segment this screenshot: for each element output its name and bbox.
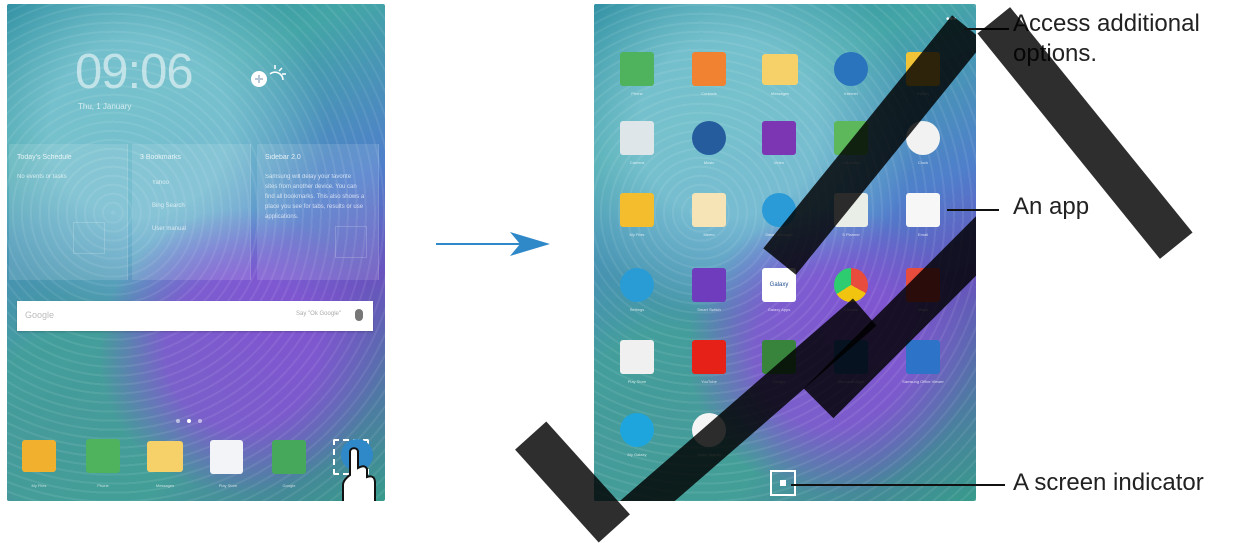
app-label: Music: [703, 160, 715, 165]
search-placeholder: Google: [25, 310, 55, 320]
galaxy-apps-icon[interactable]: Galaxy: [762, 268, 796, 302]
app-label: Play Store: [627, 379, 647, 384]
voice-hint: Say "Ok Google": [296, 311, 341, 317]
play-store-icon[interactable]: [620, 340, 654, 374]
app-callout: An app: [1013, 193, 1090, 220]
google-folder-icon[interactable]: [272, 440, 306, 474]
app-label: Samsung Office Viewer: [902, 379, 944, 384]
camera-icon[interactable]: [620, 121, 654, 155]
app-label: S Planner: [842, 232, 860, 237]
apps-screen: ••• Phone Contacts Messages Internet Gal…: [594, 4, 976, 501]
settings-icon[interactable]: [620, 268, 654, 302]
app-label: Contacts: [701, 91, 717, 96]
app-label: My Files: [629, 232, 645, 237]
app-label: Internet: [844, 91, 858, 96]
callout-line-middle: [947, 209, 999, 211]
contacts-icon[interactable]: [692, 52, 726, 86]
widget-text: Yahoo Bing Search User manual: [152, 180, 187, 232]
mic-icon[interactable]: [355, 309, 363, 321]
bookmarks-widget[interactable]: 3 Bookmarks Yahoo Bing Search User manua…: [132, 144, 251, 280]
office-viewer-icon[interactable]: [906, 340, 940, 374]
dock-label: Messages: [155, 483, 175, 488]
home-screen: 09:06 Thu, 1 January Today's Schedule No…: [7, 4, 385, 501]
screen-indicator-dot: [780, 480, 786, 486]
sidebar-widget[interactable]: Sidebar 2.0 Samsung will delay your favo…: [257, 144, 379, 280]
app-label: Camera: [629, 160, 645, 165]
screen-indicator-callout: A screen indicator: [1013, 469, 1204, 496]
app-label: My Galaxy: [627, 452, 647, 457]
current-page-dot: [187, 419, 191, 423]
phone-icon[interactable]: [620, 52, 654, 86]
widget-title: 3 Bookmarks: [140, 154, 181, 161]
date-label: Thu, 1 January: [78, 102, 132, 111]
app-label: Galaxy Apps: [767, 307, 791, 312]
today-schedule-widget[interactable]: Today's Schedule No events or tasks: [9, 144, 128, 280]
messages-icon[interactable]: [147, 441, 183, 472]
app-label: YouTube: [701, 379, 717, 384]
google-search-bar[interactable]: Google Say "Ok Google": [17, 301, 373, 331]
email-icon[interactable]: [906, 193, 940, 227]
my-files-icon[interactable]: [620, 193, 654, 227]
smart-switch-icon[interactable]: [692, 268, 726, 302]
widget-text: No events or tasks: [17, 174, 67, 180]
page-indicator: [174, 417, 206, 425]
memo-icon[interactable]: [692, 193, 726, 227]
internet-icon[interactable]: [834, 52, 868, 86]
app-label: Clock: [917, 160, 928, 165]
callout-line-bottom: [791, 484, 1005, 486]
my-files-icon[interactable]: [22, 440, 56, 472]
widget-title: Sidebar 2.0: [265, 154, 301, 161]
dock-label: Play Store: [218, 483, 238, 488]
app-label: Messages: [770, 91, 790, 96]
dock-label: Phone: [97, 483, 109, 488]
app-label: Video: [773, 160, 785, 165]
screen-icon: [335, 226, 367, 258]
calendar-icon: [73, 222, 105, 254]
app-label: Email: [917, 232, 928, 237]
app-label: Memo: [703, 232, 715, 237]
app-label: Smart Switch: [697, 307, 721, 312]
tap-hand-icon: [341, 439, 376, 501]
favorites-dock: My Files Phone Messages Play Store Googl…: [7, 434, 385, 501]
play-store-icon[interactable]: [210, 440, 243, 474]
dock-label: Google: [282, 483, 296, 488]
music-icon[interactable]: [692, 121, 726, 155]
phone-icon[interactable]: [86, 439, 120, 473]
chrome-icon[interactable]: [834, 268, 868, 302]
my-galaxy-icon[interactable]: [620, 413, 654, 447]
screen-indicator[interactable]: [770, 470, 796, 496]
youtube-icon[interactable]: [692, 340, 726, 374]
dock-label: My Files: [31, 483, 47, 488]
clock: 09:06: [75, 45, 194, 99]
app-label: Settings: [629, 307, 645, 312]
widget-text: Samsung will delay your favorite sites f…: [265, 174, 365, 220]
transition-arrow: [436, 232, 550, 256]
video-icon[interactable]: [762, 121, 796, 155]
app-label: Phone: [631, 91, 643, 96]
weather-icon[interactable]: [247, 62, 287, 92]
page-dot: [198, 419, 202, 423]
messages-icon[interactable]: [762, 54, 798, 85]
widget-title: Today's Schedule: [17, 154, 72, 161]
page-dot: [176, 419, 180, 423]
